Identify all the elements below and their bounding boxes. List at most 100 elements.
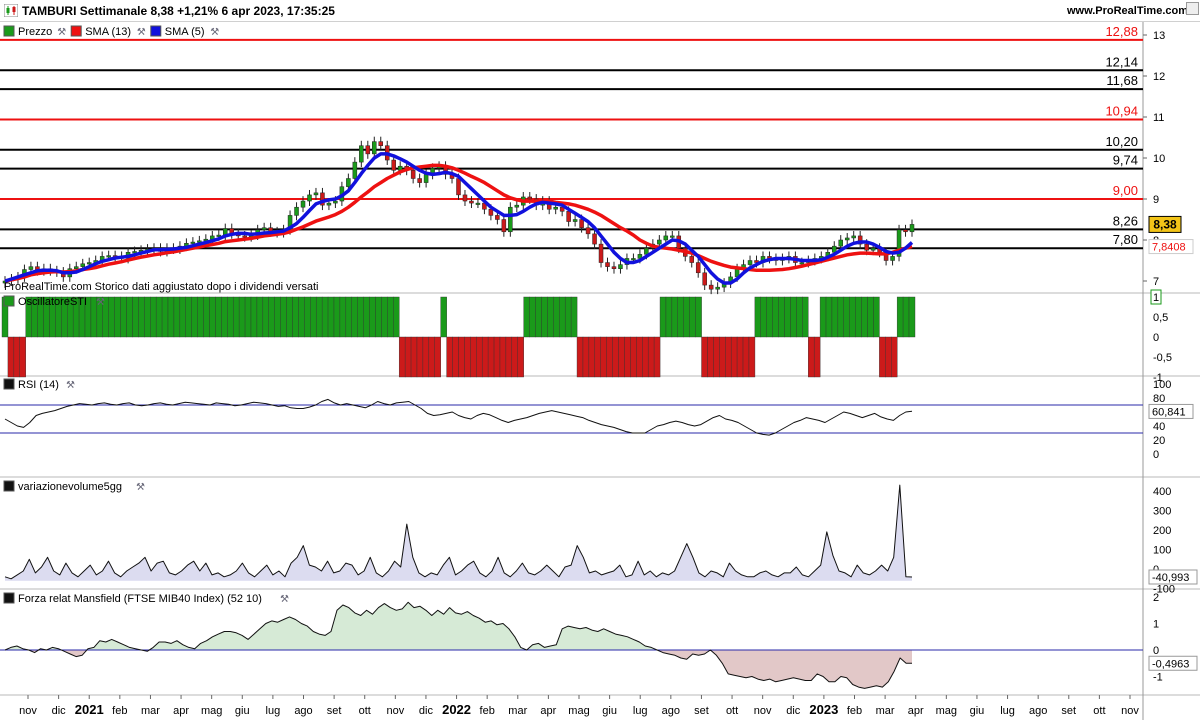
maximize-button[interactable] xyxy=(1186,2,1199,15)
sti-bar xyxy=(363,296,370,338)
mansfield-y-tick: 0 xyxy=(1153,645,1159,657)
sti-bar xyxy=(481,336,489,378)
sti-bar xyxy=(7,336,15,378)
level-label-12,88: 12,88 xyxy=(1105,24,1138,39)
sti-bar xyxy=(416,336,424,378)
candle xyxy=(74,266,79,269)
sti-bar xyxy=(707,336,714,378)
level-label-9,00: 9,00 xyxy=(1113,183,1138,198)
sti-bar xyxy=(647,336,655,378)
wrench-icon[interactable]: ⚒ xyxy=(280,594,289,605)
sti-bar xyxy=(843,296,850,338)
candle xyxy=(28,266,34,270)
x-tick-label: mar xyxy=(508,705,527,717)
x-tick-label: lug xyxy=(633,705,648,717)
sti-bar xyxy=(553,296,560,338)
sti-legend-icon xyxy=(3,295,15,307)
vol-area xyxy=(5,485,912,581)
sti-bar xyxy=(476,336,483,378)
candle xyxy=(644,247,649,255)
candle xyxy=(359,145,364,163)
sti-bar xyxy=(861,296,868,338)
sti-bar xyxy=(470,336,477,378)
candle xyxy=(410,170,416,179)
mansfield-legend-label: Forza relat Mansfield (FTSE MIB40 Index)… xyxy=(18,593,262,605)
sti-bar xyxy=(867,296,874,338)
sti-bar xyxy=(185,296,192,338)
sti-bar xyxy=(126,296,133,338)
level-label-10,20: 10,20 xyxy=(1105,134,1138,149)
sti-bar xyxy=(564,296,572,338)
candle xyxy=(307,194,312,202)
sti-bar xyxy=(167,296,175,338)
vol-y-tick: 100 xyxy=(1153,545,1171,557)
rsi-y-tick: 80 xyxy=(1153,393,1165,405)
candle xyxy=(838,239,843,247)
sti-bar xyxy=(760,296,767,338)
candle xyxy=(618,264,623,269)
sti-bar xyxy=(286,296,293,338)
candle xyxy=(514,204,520,208)
dividend-note: ProRealTime.com Storico dati aggiustato … xyxy=(4,281,318,293)
sti-bar xyxy=(256,296,264,338)
sti-bar xyxy=(624,336,631,378)
price-y-tick: 12 xyxy=(1153,71,1165,83)
mansfield-legend-icon xyxy=(3,592,15,604)
wrench-icon[interactable]: ⚒ xyxy=(136,482,145,493)
sti-bar xyxy=(393,296,400,338)
x-tick-label: 2021 xyxy=(75,702,104,717)
candle xyxy=(715,286,720,290)
wrench-icon[interactable]: ⚒ xyxy=(96,297,105,308)
x-tick-label: ott xyxy=(726,705,738,717)
candle xyxy=(657,239,662,245)
rsi-legend-icon xyxy=(3,378,15,390)
x-tick-label: nov xyxy=(19,705,37,717)
level-label-9,74: 9,74 xyxy=(1113,153,1138,168)
chart-area[interactable]: 1312111098712,8812,1411,6810,9410,209,74… xyxy=(0,22,1200,720)
x-tick-label: apr xyxy=(908,705,924,717)
sti-bar xyxy=(321,296,329,338)
wrench-icon[interactable]: ⚒ xyxy=(57,27,66,38)
sti-bar xyxy=(748,336,756,378)
sti-bar xyxy=(695,296,702,338)
x-tick-label: ago xyxy=(294,705,312,717)
sti-bar xyxy=(369,296,376,338)
sti-bar xyxy=(825,296,833,338)
x-tick-label: dic xyxy=(786,705,801,717)
sti-bar xyxy=(215,296,222,338)
sti-bar xyxy=(653,336,661,378)
sti-bar xyxy=(404,336,412,378)
x-tick-label: mag xyxy=(201,705,222,717)
vol-y-tick: 200 xyxy=(1153,525,1171,537)
sti-bar xyxy=(600,336,607,378)
wrench-icon[interactable]: ⚒ xyxy=(137,27,146,38)
sti-value-label: 1 xyxy=(1153,292,1159,304)
sti-bar xyxy=(778,296,785,338)
sti-bar xyxy=(517,336,524,378)
candle xyxy=(417,178,422,183)
candle xyxy=(527,196,533,200)
sti-bar xyxy=(268,296,275,338)
level-label-10,94: 10,94 xyxy=(1105,103,1138,118)
sti-bar xyxy=(161,296,169,338)
sti-bar xyxy=(487,336,495,378)
price-y-tick: 13 xyxy=(1153,30,1165,42)
blue-square-icon xyxy=(150,25,162,37)
sti-bar xyxy=(576,336,584,378)
candle xyxy=(579,219,584,228)
candle xyxy=(670,235,675,238)
x-tick-label: nov xyxy=(386,705,404,717)
candle xyxy=(378,141,384,146)
x-tick-label: mag xyxy=(936,705,957,717)
wrench-icon[interactable]: ⚒ xyxy=(66,380,75,391)
mansfield-y-tick: -1 xyxy=(1153,672,1163,684)
x-tick-label: nov xyxy=(754,705,772,717)
x-tick-label: lug xyxy=(1000,705,1015,717)
legend-label-2: SMA (5) xyxy=(165,26,205,38)
candle xyxy=(870,247,876,251)
sti-y-tick: 0,5 xyxy=(1153,312,1168,324)
wrench-icon[interactable]: ⚒ xyxy=(210,27,219,38)
candle xyxy=(462,194,468,202)
candle xyxy=(605,262,610,267)
site-link[interactable]: www.ProRealTime.com xyxy=(1067,5,1188,17)
